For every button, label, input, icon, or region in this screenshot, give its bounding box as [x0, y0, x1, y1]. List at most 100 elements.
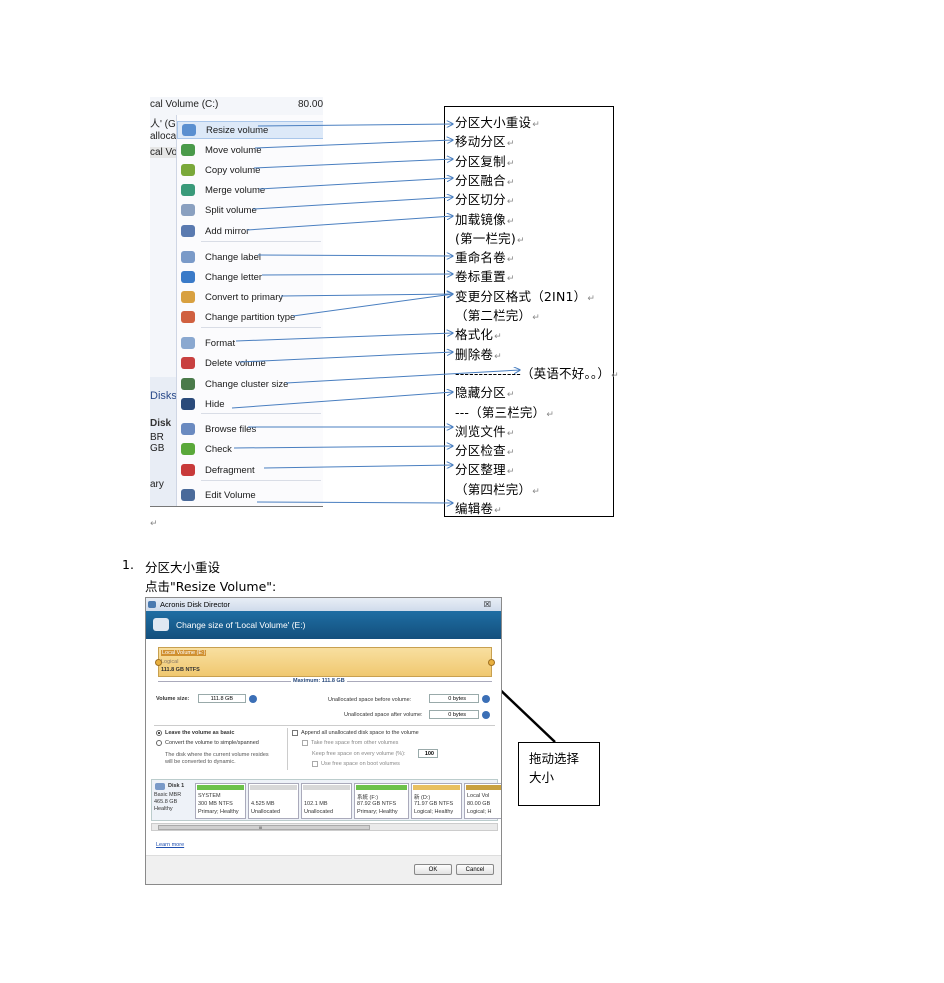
section-instruction: 点击"Resize Volume":	[145, 579, 277, 594]
volume-bar-type: Logical	[161, 659, 179, 665]
partition-size: 300 MB NTFS	[198, 801, 233, 807]
chinese-label: 重命名卷↵	[455, 247, 515, 266]
cancel-button[interactable]: Cancel	[456, 864, 494, 875]
chinese-label: 分区融合↵	[455, 170, 515, 189]
chinese-label-text: 分区复制	[455, 153, 506, 169]
menu-item-copy[interactable]: Copy volume	[177, 161, 323, 179]
close-icon[interactable]: ☒	[484, 598, 491, 611]
chinese-label: 分区检查↵	[455, 440, 515, 459]
chinese-label-text: 加载镜像	[455, 211, 506, 227]
chinese-label: 删除卷↵	[455, 344, 502, 363]
paragraph-mark: ↵	[532, 313, 540, 323]
paragraph-mark: ↵	[506, 255, 515, 266]
menu-item-label: Resize volume	[206, 124, 269, 136]
chinese-label-text: 删除卷	[455, 346, 494, 362]
scrollbar-grip: III	[259, 825, 263, 830]
paragraph-mark: ↵	[506, 467, 515, 478]
menu-item-browse[interactable]: Browse files	[177, 420, 323, 438]
volume-bar-label: Local Volume (E:)	[161, 650, 207, 656]
chinese-label: 格式化↵	[455, 324, 502, 343]
apply-before-icon[interactable]	[482, 695, 490, 703]
paragraph-mark: ↵	[506, 158, 515, 169]
menu-item-merge[interactable]: Merge volume	[177, 181, 323, 199]
unalloc-before-stepper[interactable]: 0 bytes	[429, 694, 479, 703]
chinese-label: (第一栏完)↵	[455, 228, 525, 247]
unalloc-after-stepper[interactable]: 0 bytes	[429, 710, 479, 719]
unalloc-before-label: Unallocated space before volume:	[328, 697, 412, 703]
menu-item-letter[interactable]: Change letter	[177, 268, 323, 286]
use-boot-checkbox[interactable]	[312, 761, 318, 767]
menu-item-defragment[interactable]: Defragment	[177, 461, 323, 479]
bg-row-2: 人' (G	[150, 119, 176, 130]
keep-free-stepper[interactable]: 100	[418, 749, 438, 758]
menu-item-mirror[interactable]: Add mirror	[177, 222, 323, 240]
copy-icon	[181, 164, 195, 176]
dialog-content: Local Volume (E:) Logical 111.8 GB NTFS …	[146, 639, 501, 884]
menu-item-label: Format	[205, 337, 236, 349]
menu-item-label: Hide	[205, 398, 225, 410]
right-drag-handle[interactable]	[488, 659, 495, 666]
partition-cell[interactable]: Local Vol 80.00 GB Logical; H	[464, 783, 501, 819]
letter-icon	[181, 271, 195, 283]
menu-item-format[interactable]: Format	[177, 334, 323, 352]
bg-volume-size: 80.00	[298, 99, 323, 110]
paragraph-mark: ↵	[506, 448, 515, 459]
menu-item-check[interactable]: Check	[177, 440, 323, 458]
chinese-label-text: 移动分区	[455, 134, 506, 150]
convert-icon	[181, 291, 195, 303]
chinese-label: （第四栏完）↵	[455, 479, 540, 498]
menu-item-label[interactable]: Change label	[177, 248, 323, 266]
partition-cell[interactable]: 102.1 MB Unallocated	[301, 783, 352, 819]
partition-cell[interactable]: 新 (D:) 71.97 GB NTFS Logical; Healthy	[411, 783, 462, 819]
chinese-label-text: --------------（英语不好。。）	[455, 365, 611, 381]
partition-cell[interactable]: 系統 (F:) 87.92 GB NTFS Primary; Healthy	[354, 783, 409, 819]
menu-item-partition-type[interactable]: Change partition type	[177, 308, 323, 326]
append-unalloc-checkbox[interactable]	[292, 730, 298, 736]
partition-cell[interactable]: 4.525 MB Unallocated	[248, 783, 299, 819]
section-title: 分区大小重设	[145, 560, 221, 575]
chinese-label-text: 分区融合	[455, 172, 506, 188]
chinese-label: ---（第三栏完）↵	[455, 402, 554, 421]
menu-item-move[interactable]: Move volume	[177, 141, 323, 159]
callout-line-1: 拖动选择	[529, 751, 580, 766]
chinese-label: 移动分区↵	[455, 131, 515, 150]
take-free-checkbox[interactable]	[302, 740, 308, 746]
resize-dialog-screenshot: Acronis Disk Director ☒ Change size of '…	[145, 597, 502, 885]
bg-disk: Disk	[150, 418, 172, 429]
paragraph-mark: ↵	[532, 486, 540, 497]
cluster-icon	[181, 378, 195, 390]
menu-item-split[interactable]: Split volume	[177, 201, 323, 219]
ok-button[interactable]: OK	[414, 864, 452, 875]
apply-after-icon[interactable]	[482, 711, 490, 719]
mirror-icon	[181, 225, 195, 237]
menu-item-label: Delete volume	[205, 357, 266, 369]
radio-leave-basic[interactable]	[156, 730, 162, 736]
menu-item-label: Copy volume	[205, 164, 261, 176]
menu-item-hide[interactable]: Hide	[177, 395, 323, 413]
scrollbar-thumb[interactable]: III	[158, 825, 370, 830]
chinese-label: 编辑卷↵	[455, 498, 502, 517]
radio-convert[interactable]	[156, 740, 162, 746]
menu-item-label: Merge volume	[205, 184, 266, 196]
volume-size-stepper[interactable]: 111.8 GB	[198, 694, 246, 703]
menu-item-convert[interactable]: Convert to primary	[177, 288, 323, 306]
menu-item-edit[interactable]: Edit Volume	[177, 486, 323, 504]
menu-item-resize[interactable]: Resize volume	[177, 121, 323, 139]
left-drag-handle[interactable]	[155, 659, 162, 666]
radio-leave-basic-label: Leave the volume as basic	[165, 730, 235, 736]
chinese-label-text: 分区切分	[455, 192, 506, 208]
volume-bar-size: 111.8 GB NTFS	[161, 667, 200, 673]
dialog-header-title: Change size of 'Local Volume' (E:)	[176, 620, 306, 630]
chinese-label: 隐藏分区↵	[455, 382, 515, 401]
menu-item-cluster[interactable]: Change cluster size	[177, 375, 323, 393]
volume-size-bar[interactable]: Local Volume (E:) Logical 111.8 GB NTFS	[155, 647, 495, 677]
learn-more-link[interactable]: Learn more	[156, 842, 184, 848]
radio-convert-label: Convert the volume to simple/spanned	[165, 740, 259, 746]
split-icon	[181, 204, 195, 216]
chinese-label-text: 隐藏分区	[455, 385, 506, 401]
menu-item-delete[interactable]: Delete volume	[177, 354, 323, 372]
merge-icon	[181, 184, 195, 196]
horizontal-scrollbar[interactable]: III	[151, 823, 498, 831]
partition-cell[interactable]: SYSTEM 300 MB NTFS Primary; Healthy	[195, 783, 246, 819]
apply-size-icon[interactable]	[249, 695, 257, 703]
